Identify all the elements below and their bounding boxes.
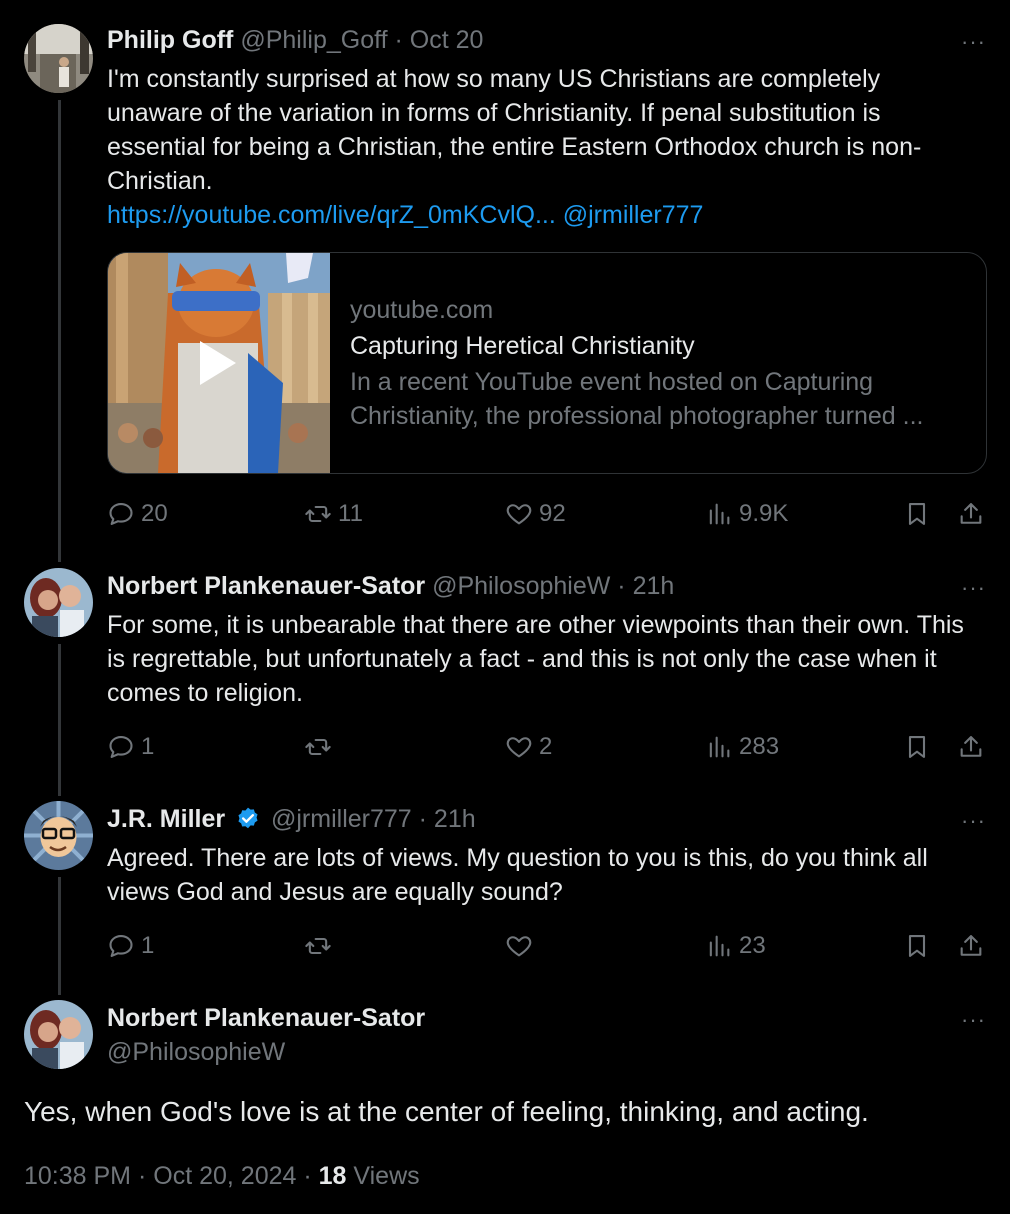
analytics-icon (709, 736, 730, 758)
separator-dot: · (617, 572, 626, 600)
like-button[interactable] (505, 929, 539, 963)
more-options-icon[interactable]: ··· (961, 1009, 986, 1031)
repost-icon (305, 505, 331, 523)
bookmark-icon (908, 736, 926, 758)
repost-button[interactable] (304, 730, 338, 764)
share-button[interactable] (957, 497, 985, 531)
like-button[interactable]: 92 (505, 497, 566, 531)
views-button[interactable]: 9.9K (705, 497, 788, 531)
tweet-jr-miller[interactable]: J.R. Miller @jrmiller777 · 21h ··· Agree… (0, 801, 1010, 991)
view-count: 283 (739, 733, 780, 760)
tweet-norbert-reply[interactable]: Norbert Plankenauer-Sator @PhilosophieW … (0, 568, 1010, 788)
views-count: 18 (318, 1162, 347, 1190)
analytics-icon (709, 503, 730, 525)
separator-dot: · (303, 1162, 312, 1190)
like-count: 2 (539, 733, 553, 760)
heart-icon (506, 737, 532, 758)
reply-icon (109, 503, 133, 525)
separator-dot: · (394, 26, 403, 54)
bookmark-icon (908, 935, 926, 957)
author-handle[interactable]: @Philip_Goff (240, 26, 387, 54)
verified-badge-icon (238, 807, 258, 829)
card-title: Capturing Heretical Christianity (350, 332, 695, 360)
avatar-philip-goff[interactable] (24, 24, 93, 93)
heart-icon (506, 936, 532, 957)
author-handle[interactable]: @PhilosophieW (432, 572, 610, 600)
tweet-text: For some, it is unbearable that there ar… (107, 611, 964, 707)
tweet-actions: 1 2 283 (107, 730, 986, 764)
author-name[interactable]: Norbert Plankenauer-Sator (107, 572, 425, 600)
tweet-philip-goff[interactable]: Philip Goff @Philip_Goff · Oct 20 ··· I'… (0, 0, 1010, 560)
card-description: In a recent YouTube event hosted on Capt… (350, 368, 924, 430)
bookmark-button[interactable] (903, 730, 931, 764)
tweet-body: I'm constantly surprised at how so many … (107, 65, 922, 195)
play-icon[interactable] (200, 341, 236, 385)
reply-button[interactable]: 1 (107, 929, 154, 963)
author-handle[interactable]: @jrmiller777 (271, 805, 412, 833)
tweet-timestamp[interactable]: 21h (434, 805, 476, 833)
share-button[interactable] (957, 730, 985, 764)
share-icon (960, 935, 982, 956)
tweet-text: Agreed. There are lots of views. My ques… (107, 844, 928, 906)
bookmark-button[interactable] (903, 497, 931, 531)
repost-button[interactable]: 11 (304, 497, 363, 531)
tweet-actions: 1 23 (107, 929, 986, 963)
view-count: 9.9K (739, 500, 789, 527)
tweet-date[interactable]: Oct 20, 2024 (153, 1162, 296, 1190)
tweet-timestamp[interactable]: Oct 20 (410, 26, 484, 54)
bookmark-icon (908, 503, 926, 525)
reply-button[interactable]: 1 (107, 730, 154, 764)
avatar-norbert[interactable] (24, 568, 93, 637)
like-button[interactable]: 2 (505, 730, 552, 764)
tweet-time[interactable]: 10:38 PM (24, 1162, 131, 1190)
reply-count: 1 (141, 733, 155, 760)
avatar-jr-miller[interactable] (24, 801, 93, 870)
tweet-timestamp[interactable]: 21h (633, 572, 675, 600)
analytics-icon (709, 935, 730, 957)
tweet-metadata: 10:38 PM · Oct 20, 2024 · 18 Views (24, 1158, 420, 1194)
author-name[interactable]: Philip Goff (107, 26, 233, 54)
reply-count: 20 (141, 500, 168, 527)
link-preview-card[interactable]: youtube.com Capturing Heretical Christia… (107, 252, 987, 474)
video-thumbnail[interactable] (108, 253, 330, 473)
more-options-icon[interactable]: ··· (961, 810, 986, 832)
author-name[interactable]: J.R. Miller (107, 805, 225, 833)
tweet-actions: 20 11 92 9.9K (107, 497, 986, 531)
view-count: 23 (739, 932, 766, 959)
views-label: Views (353, 1162, 420, 1190)
tweet-text: I'm constantly surprised at how so many … (107, 62, 970, 232)
reply-count: 1 (141, 932, 155, 959)
like-count: 92 (539, 500, 566, 527)
avatar-norbert[interactable] (24, 1000, 93, 1069)
reply-button[interactable]: 20 (107, 497, 168, 531)
repost-button[interactable] (304, 929, 338, 963)
separator-dot: · (137, 1162, 147, 1190)
reply-icon (109, 935, 133, 957)
share-button[interactable] (957, 929, 985, 963)
share-icon (960, 503, 982, 524)
repost-count: 11 (338, 500, 363, 527)
reply-icon (109, 736, 133, 758)
author-name[interactable]: Norbert Plankenauer-Sator (107, 1004, 425, 1032)
share-icon (960, 736, 982, 757)
main-tweet-text: Yes, when God's love is at the center of… (24, 1096, 869, 1127)
more-options-icon[interactable]: ··· (961, 577, 986, 599)
youtube-link[interactable]: https://youtube.com/live/qrZ_0mKCvlQ... (107, 201, 556, 229)
views-button[interactable]: 23 (705, 929, 766, 963)
heart-icon (506, 504, 532, 525)
repost-icon (305, 937, 331, 955)
repost-icon (305, 738, 331, 756)
views-button[interactable]: 283 (705, 730, 779, 764)
separator-dot: · (418, 805, 427, 833)
author-handle[interactable]: @PhilosophieW (107, 1038, 285, 1066)
mention-link[interactable]: @jrmiller777 (563, 201, 704, 229)
card-domain: youtube.com (350, 296, 494, 324)
bookmark-button[interactable] (903, 929, 931, 963)
more-options-icon[interactable]: ··· (961, 31, 986, 53)
